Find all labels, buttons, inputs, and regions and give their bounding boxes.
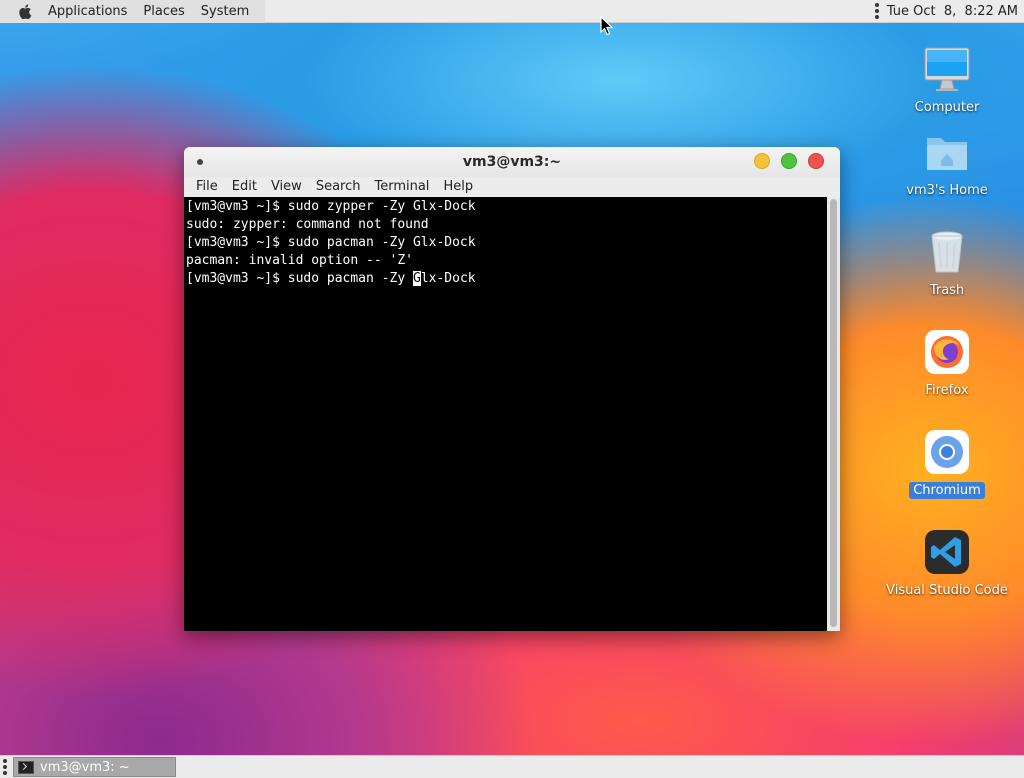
menu-system[interactable]: System <box>193 0 257 23</box>
close-button[interactable] <box>808 153 824 169</box>
desktop-icon-label: Computer <box>914 100 980 115</box>
panel-handle-icon[interactable] <box>3 759 7 775</box>
desktop-icon-vscode[interactable]: Visual Studio Code <box>882 528 1012 599</box>
menu-terminal[interactable]: Terminal <box>367 177 436 197</box>
terminal-output[interactable]: [vm3@vm3 ~]$ sudo zypper -Zy Glx-Dock su… <box>184 197 827 631</box>
bottom-panel: vm3@vm3: ~ <box>0 755 1024 778</box>
desktop-icon-chromium[interactable]: Chromium <box>882 428 1012 499</box>
menu-search[interactable]: Search <box>309 177 368 197</box>
terminal-scrollbar[interactable] <box>827 197 840 631</box>
terminal-menubar: File Edit View Search Terminal Help <box>184 177 840 197</box>
top-panel-menus: Applications Places System <box>0 0 266 23</box>
desktop-icon-label: Firefox <box>925 383 969 398</box>
mouse-pointer-icon <box>600 16 614 36</box>
desktop-icon-computer[interactable]: Computer <box>882 45 1012 116</box>
desktop-icon-label: Chromium <box>909 482 985 499</box>
chromium-icon <box>925 430 969 474</box>
terminal-input-line[interactable]: [vm3@vm3 ~]$ sudo pacman -Zy Glx-Dock <box>186 270 825 288</box>
terminal-line: sudo: zypper: command not found <box>186 217 429 232</box>
terminal-icon <box>18 760 34 774</box>
firefox-icon <box>925 330 969 374</box>
top-panel: Applications Places System Tue Oct 8, 8:… <box>0 0 1024 23</box>
input-text: lx-Dock <box>420 271 476 286</box>
desktop-icon-firefox[interactable]: Firefox <box>882 328 1012 399</box>
terminal-line: [vm3@vm3 ~]$ sudo zypper -Zy Glx-Dock <box>186 199 476 214</box>
apple-icon[interactable] <box>18 3 32 19</box>
desktop-icon-home[interactable]: vm3's Home <box>882 128 1012 199</box>
scrollbar-thumb[interactable] <box>830 199 837 627</box>
home-folder-icon <box>927 138 967 170</box>
window-title: vm3@vm3:~ <box>462 154 562 170</box>
desktop-icon-label: vm3's Home <box>906 183 988 198</box>
taskbar-item-label: vm3@vm3: ~ <box>40 759 130 775</box>
terminal-line: pacman: invalid option -- 'Z' <box>186 253 413 268</box>
maximize-button[interactable] <box>781 153 797 169</box>
terminal-window[interactable]: vm3@vm3:~ File Edit View Search Terminal… <box>184 147 840 631</box>
computer-icon <box>924 47 970 91</box>
clock[interactable]: Tue Oct 8, 8:22 AM <box>887 4 1018 19</box>
text-cursor: G <box>412 271 421 286</box>
panel-handle-icon[interactable] <box>874 3 879 19</box>
menu-applications[interactable]: Applications <box>40 0 135 23</box>
taskbar-item-terminal[interactable]: vm3@vm3: ~ <box>13 757 176 777</box>
menu-file[interactable]: File <box>189 177 225 197</box>
menu-help[interactable]: Help <box>436 177 480 197</box>
prompt-text: [vm3@vm3 ~]$ sudo pacman -Zy <box>186 271 413 286</box>
terminal-line: [vm3@vm3 ~]$ sudo pacman -Zy Glx-Dock <box>186 235 476 250</box>
minimize-button[interactable] <box>754 153 770 169</box>
desktop-icon-label: Trash <box>929 283 965 298</box>
desktop-icon-label: Visual Studio Code <box>886 583 1008 598</box>
desktop-icon-trash[interactable]: Trash <box>882 228 1012 299</box>
menu-view[interactable]: View <box>264 177 309 197</box>
menu-edit[interactable]: Edit <box>225 177 264 197</box>
menu-places[interactable]: Places <box>135 0 192 23</box>
window-titlebar[interactable]: vm3@vm3:~ <box>184 147 840 177</box>
top-panel-tray: Tue Oct 8, 8:22 AM <box>874 3 1024 19</box>
trash-icon <box>931 231 963 273</box>
vscode-icon <box>925 530 969 574</box>
